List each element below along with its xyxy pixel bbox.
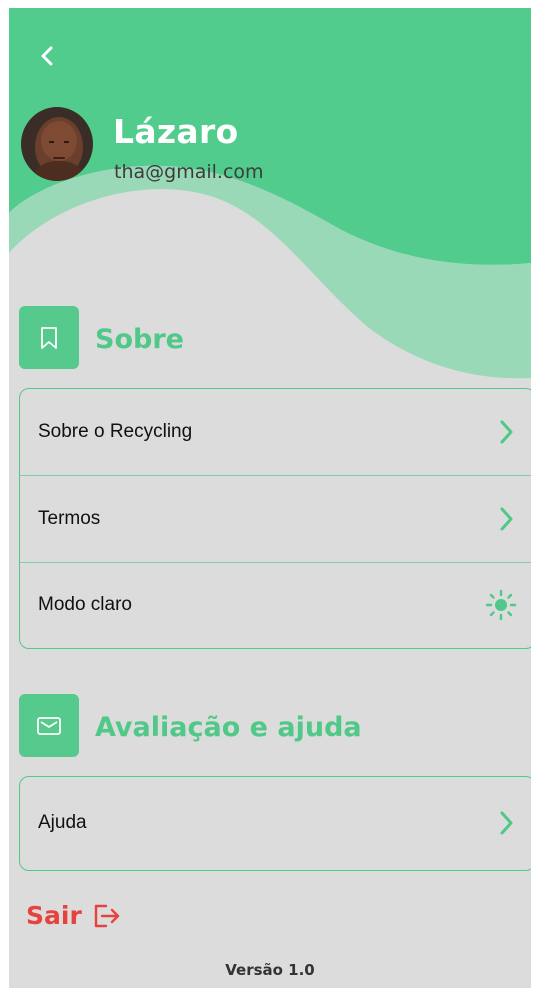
chevron-right-icon — [499, 811, 513, 835]
back-button[interactable] — [29, 38, 65, 74]
user-name: Lázaro — [113, 112, 239, 151]
logout-button[interactable]: Sair — [26, 901, 122, 930]
section-help-title: Avaliação e ajuda — [95, 712, 362, 743]
section-help-icon-box — [19, 694, 79, 757]
terms-row[interactable]: Termos — [20, 475, 531, 562]
mail-icon — [37, 716, 61, 735]
chevron-left-icon — [41, 46, 53, 66]
section-about-icon-box — [19, 306, 79, 369]
row-label: Ajuda — [38, 812, 87, 833]
light-mode-row[interactable]: Modo claro — [20, 562, 531, 647]
chevron-right-icon — [499, 420, 513, 444]
bookmark-icon — [41, 326, 57, 349]
settings-screen: Lázaro tha@gmail.com Sobre Sobre o Recyc… — [9, 8, 531, 988]
logout-icon — [92, 903, 122, 929]
avatar — [21, 107, 93, 181]
help-card: Ajuda — [19, 776, 531, 871]
row-label: Termos — [38, 508, 101, 529]
chevron-right-icon — [499, 507, 513, 531]
logout-label: Sair — [26, 901, 82, 930]
header-wave-background — [9, 8, 531, 379]
row-label: Sobre o Recycling — [38, 421, 193, 442]
section-about-title: Sobre — [95, 324, 184, 355]
app-version: Versão 1.0 — [225, 961, 315, 979]
about-card: Sobre o Recycling Termos Modo claro — [19, 388, 531, 649]
sun-icon[interactable] — [485, 589, 517, 621]
about-recycling-row[interactable]: Sobre o Recycling — [20, 389, 531, 475]
help-row[interactable]: Ajuda — [20, 777, 531, 869]
user-email: tha@gmail.com — [114, 161, 264, 183]
row-label: Modo claro — [38, 594, 132, 615]
